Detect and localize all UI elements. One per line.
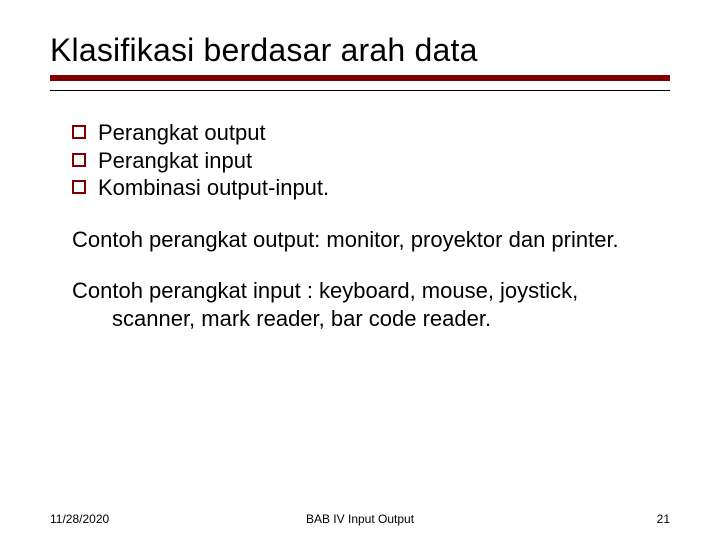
footer-center: BAB IV Input Output [306, 512, 414, 526]
rule-thick [50, 75, 670, 81]
list-item: Kombinasi output-input. [72, 174, 670, 202]
checkbox-icon [72, 125, 86, 139]
footer-page-number: 21 [657, 512, 670, 526]
rule-thin [50, 90, 670, 91]
checkbox-icon [72, 153, 86, 167]
bullet-text: Kombinasi output-input. [98, 174, 329, 202]
slide-title: Klasifikasi berdasar arah data [50, 32, 670, 69]
bullet-list: Perangkat output Perangkat input Kombina… [72, 119, 670, 202]
list-item: Perangkat output [72, 119, 670, 147]
title-rules [50, 75, 670, 91]
footer-date: 11/28/2020 [50, 512, 109, 526]
list-item: Perangkat input [72, 147, 670, 175]
checkbox-icon [72, 180, 86, 194]
bullet-text: Perangkat input [98, 147, 252, 175]
paragraph-output-examples: Contoh perangkat output: monitor, proyek… [72, 226, 662, 254]
slide: Klasifikasi berdasar arah data Perangkat… [0, 0, 720, 540]
slide-footer: 11/28/2020 BAB IV Input Output 21 [50, 512, 670, 526]
bullet-text: Perangkat output [98, 119, 266, 147]
paragraph-input-examples: Contoh perangkat input : keyboard, mouse… [72, 277, 662, 332]
